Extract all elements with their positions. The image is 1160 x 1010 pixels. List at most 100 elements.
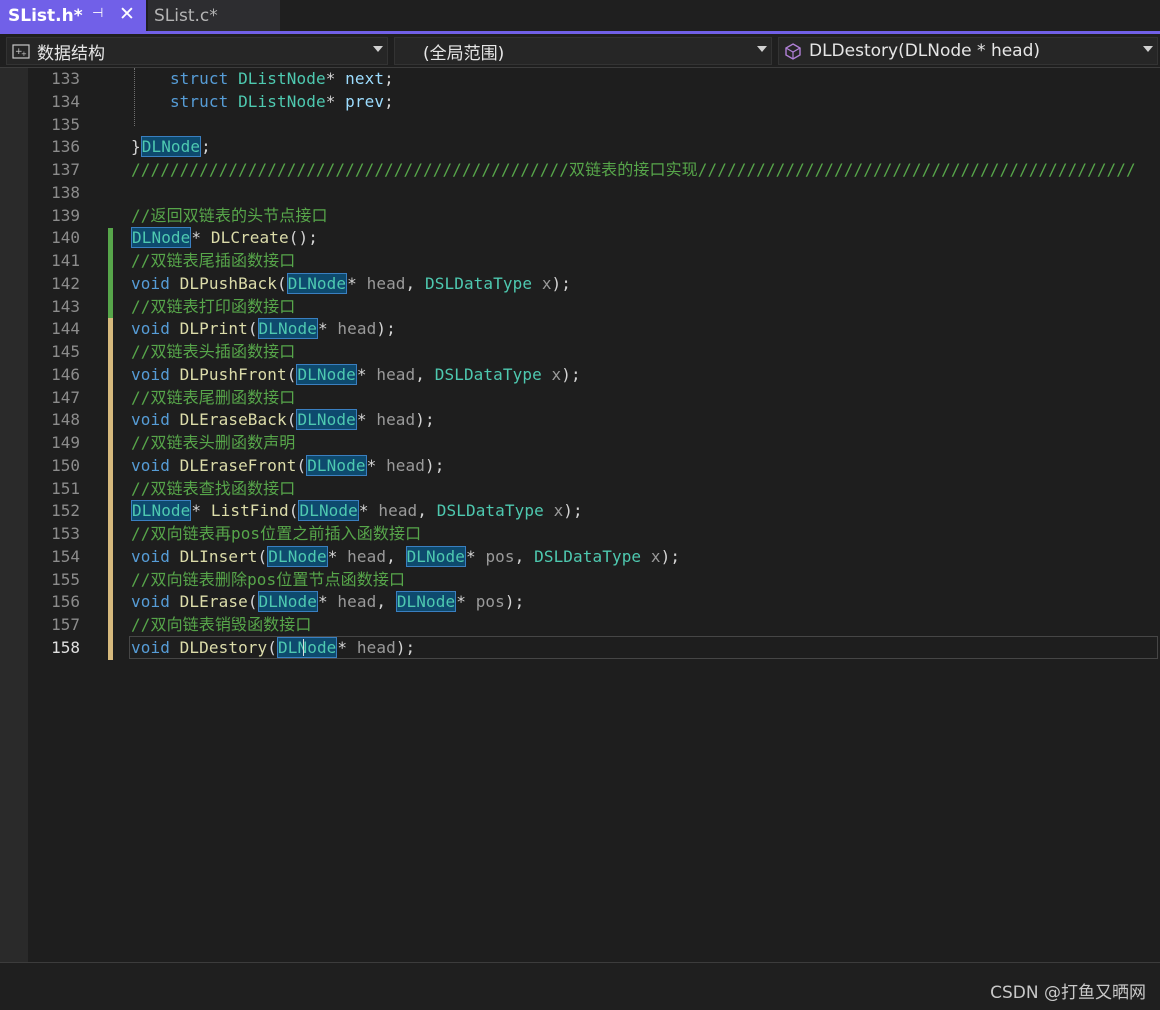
tab-slist-c[interactable]: SList.c*: [148, 0, 280, 31]
code-token: (: [296, 455, 307, 475]
code-line[interactable]: DLNode* ListFind(DLNode* head, DSLDataTy…: [131, 500, 583, 522]
code-token: DLErase: [179, 592, 248, 612]
code-token: ,: [417, 501, 437, 521]
code-line[interactable]: //双向链表再pos位置之前插入函数接口: [131, 523, 421, 545]
watermark: CSDN @打鱼又晒网: [990, 983, 1146, 1003]
change-bar-saved: [108, 228, 113, 318]
highlighted-reference: DLNode: [257, 591, 318, 613]
line-number: 154: [51, 546, 80, 566]
code-line[interactable]: //双链表打印函数接口: [131, 296, 295, 318]
chevron-down-icon: [373, 46, 383, 52]
text-caret: [303, 639, 304, 656]
highlighted-reference: DLNode: [395, 591, 457, 613]
code-editor[interactable]: 133 struct DListNode* next; 134 struct DL…: [0, 68, 1160, 962]
code-token: void: [131, 410, 170, 430]
code-token: //双链表头插函数接口: [131, 342, 296, 361]
code-token: *: [325, 69, 346, 88]
code-token: *: [356, 364, 377, 384]
code-line[interactable]: }DLNode;: [131, 136, 211, 158]
code-token: (: [286, 410, 297, 430]
code-token: (: [247, 592, 258, 612]
code-line[interactable]: void DLEraseBack(DLNode* head);: [131, 409, 435, 431]
scope-dropdown[interactable]: (全局范围): [394, 37, 772, 65]
code-token: DLInsert: [179, 546, 258, 566]
line-number: 133: [51, 69, 80, 88]
pin-icon[interactable]: ⊣: [92, 6, 103, 21]
method-icon: [785, 43, 801, 60]
code-line[interactable]: struct DListNode* next;: [131, 68, 394, 90]
line-number: 144: [51, 319, 80, 339]
svg-text:+: +: [21, 50, 27, 58]
code-token: );: [504, 592, 525, 612]
code-line[interactable]: //双链表头删函数声明: [131, 432, 295, 454]
code-line[interactable]: ////////////////////////////////////////…: [131, 159, 1136, 181]
line-number: 140: [51, 228, 80, 248]
code-token: *: [327, 546, 348, 566]
code-token: DListNode: [238, 69, 326, 88]
code-token: DLEraseBack: [179, 410, 287, 430]
code-token: ();: [288, 228, 318, 248]
line-number: 139: [51, 205, 80, 225]
project-dropdown[interactable]: + + 数据结构: [6, 37, 388, 65]
code-line[interactable]: //双向链表删除pos位置节点函数接口: [131, 569, 405, 591]
code-token: ,: [386, 546, 406, 566]
code-token: DSLDataType: [425, 273, 533, 293]
line-number: 155: [51, 569, 80, 589]
document-tab-bar: SList.h* ⊣ ✕ SList.c*: [0, 0, 1160, 34]
code-line[interactable]: void DLInsert(DLNode* head, DLNode* pos,…: [131, 545, 680, 568]
line-number: 137: [51, 160, 80, 179]
code-line[interactable]: //返回双链表的头节点接口: [131, 205, 328, 227]
code-token: *: [317, 319, 338, 339]
highlighted-reference: DLNode: [296, 409, 357, 431]
code-token: head: [347, 546, 387, 566]
current-line-highlight: [129, 636, 1158, 659]
highlighted-reference: DLNode: [131, 227, 192, 249]
highlighted-reference: DLNode: [286, 272, 348, 294]
code-line[interactable]: //双链表尾插函数接口: [131, 250, 295, 272]
code-token: ;: [201, 137, 211, 157]
code-token: DSLDataType: [436, 501, 544, 521]
member-dropdown[interactable]: DLDestory(DLNode * head): [778, 37, 1158, 65]
code-token: ;: [384, 91, 394, 111]
code-line[interactable]: struct DListNode* prev;: [131, 91, 394, 113]
code-line[interactable]: void DLPrint(DLNode* head);: [131, 318, 396, 340]
line-number: 136: [51, 137, 80, 157]
close-icon[interactable]: ✕: [119, 3, 135, 25]
line-number: 151: [51, 478, 80, 498]
code-line[interactable]: void DLPushFront(DLNode* head, DSLDataTy…: [131, 363, 581, 386]
code-token: //双向链表删除pos位置节点函数接口: [131, 569, 406, 589]
code-token: struct: [169, 91, 229, 111]
code-token: }: [131, 137, 141, 157]
code-line[interactable]: void DLEraseFront(DLNode* head);: [131, 454, 444, 477]
code-token: head: [386, 455, 426, 475]
code-token: *: [317, 592, 338, 612]
code-line[interactable]: //双链表尾删函数接口: [131, 387, 295, 409]
navigation-bar: + + 数据结构 (全局范围) DLDestory(DLNode * head): [0, 34, 1160, 68]
code-line[interactable]: //双链表查找函数接口: [131, 478, 295, 500]
code-line[interactable]: void DLErase(DLNode* head, DLNode* pos);: [131, 591, 524, 613]
code-token: ////////////////////////////////////////…: [131, 160, 1136, 179]
code-line[interactable]: //双向链表销毁函数接口: [131, 614, 311, 636]
code-line[interactable]: //双链表头插函数接口: [131, 341, 295, 363]
line-number: 145: [51, 342, 80, 361]
code-token: head: [376, 410, 416, 430]
line-number: 143: [51, 296, 80, 316]
code-line[interactable]: DLNode* DLCreate();: [131, 227, 318, 249]
highlighted-reference: DLNode: [296, 363, 357, 385]
code-line[interactable]: void DLPushBack(DLNode* head, DSLDataTyp…: [131, 272, 571, 295]
bottom-bar: [0, 962, 1160, 1010]
code-token: DSLDataType: [434, 364, 542, 384]
line-number: 156: [51, 592, 80, 612]
code-token: void: [131, 455, 170, 475]
code-token: head: [337, 592, 377, 612]
code-token: ,: [376, 592, 396, 612]
code-token: //双链表查找函数接口: [131, 478, 296, 498]
tab-slist-h[interactable]: SList.h* ⊣ ✕: [0, 0, 146, 31]
code-token: DSLDataType: [534, 546, 642, 566]
code-token: head: [378, 501, 418, 521]
